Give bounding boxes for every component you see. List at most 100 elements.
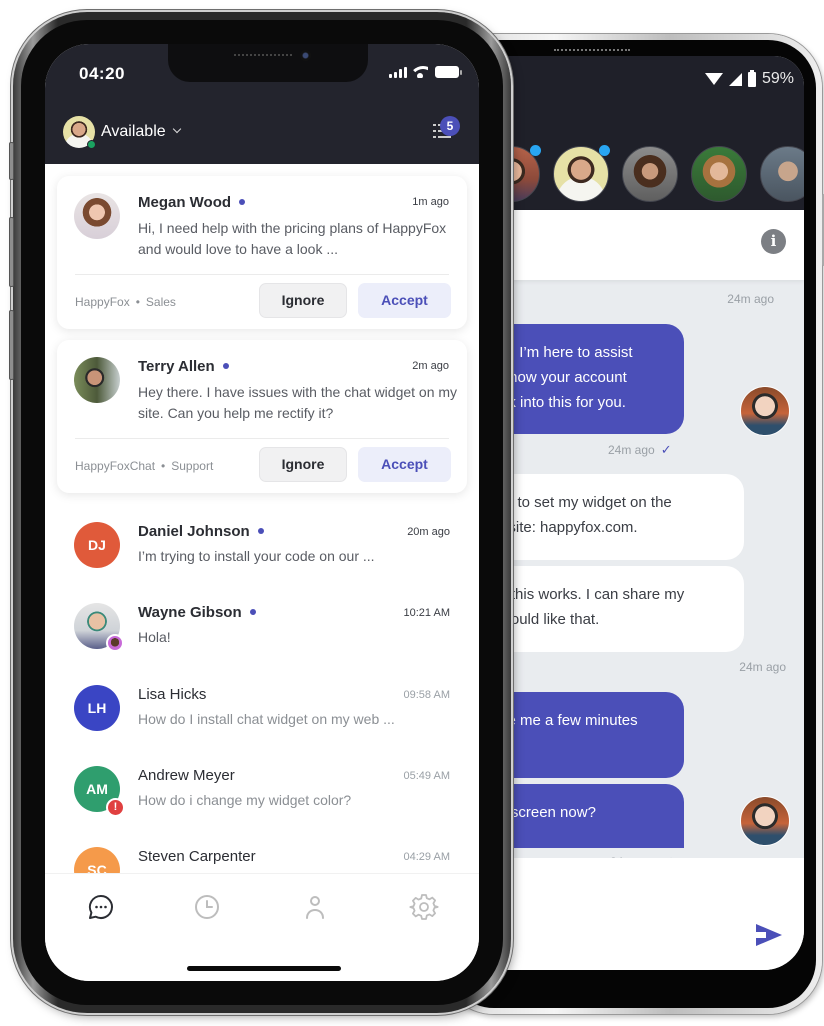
battery-icon bbox=[435, 66, 462, 78]
contact-name: Wayne Gibson bbox=[138, 604, 256, 621]
chat-time: 05:49 AM bbox=[403, 770, 450, 782]
department-name: Sales bbox=[145, 295, 176, 309]
initials: AM bbox=[86, 781, 108, 797]
contact-avatar[interactable] bbox=[622, 146, 678, 202]
source-name: HappyFoxChat bbox=[75, 459, 156, 473]
name-text: Terry Allen bbox=[138, 358, 215, 375]
new-indicator-dot bbox=[239, 199, 246, 206]
send-icon[interactable] bbox=[756, 924, 782, 946]
unread-dot bbox=[257, 528, 264, 535]
chat-time: 04:29 AM bbox=[403, 851, 450, 863]
iphone: 04:20 Available 5 Megan Wood 1m ago Hi, … bbox=[9, 12, 511, 1013]
chat-list-item[interactable]: LH Lisa Hicks 09:58 AM How do I install … bbox=[45, 682, 479, 762]
android-speaker bbox=[554, 49, 630, 52]
source-name: HappyFox bbox=[75, 295, 130, 309]
wifi-icon bbox=[412, 66, 428, 78]
chat-list-screen: 04:20 Available 5 Megan Wood 1m ago Hi, … bbox=[45, 44, 479, 981]
info-icon[interactable]: i bbox=[761, 229, 786, 254]
chat-list-item[interactable]: Wayne Gibson 10:21 AM Hola! bbox=[45, 600, 479, 680]
chevron-down-icon bbox=[172, 124, 181, 134]
agent-avatar bbox=[740, 386, 790, 436]
ignore-button[interactable]: Ignore bbox=[259, 283, 347, 318]
requester-avatar bbox=[74, 193, 120, 239]
ignore-button[interactable]: Ignore bbox=[259, 447, 347, 482]
requester-avatar bbox=[74, 357, 120, 403]
accept-button[interactable]: Accept bbox=[358, 283, 451, 318]
contact-avatar: LH bbox=[74, 685, 120, 731]
tab-chats[interactable] bbox=[86, 892, 116, 922]
notch bbox=[168, 44, 368, 82]
requester-name: Megan Wood bbox=[138, 194, 246, 211]
user-avatar bbox=[63, 116, 96, 149]
home-indicator[interactable] bbox=[187, 966, 341, 971]
contact-avatar: DJ bbox=[74, 522, 120, 568]
signal-icon bbox=[389, 67, 407, 78]
availability-label: Available bbox=[101, 123, 166, 140]
name-text: Megan Wood bbox=[138, 194, 232, 211]
mute-switch bbox=[9, 142, 14, 180]
active-contacts-bar bbox=[460, 104, 804, 210]
chat-request-card: Terry Allen 2m ago Hey there. I have iss… bbox=[57, 340, 467, 493]
request-source: HappyFox • Sales bbox=[75, 295, 176, 309]
bottom-tab-bar bbox=[45, 873, 479, 981]
chat-preview: Hola! bbox=[138, 629, 171, 645]
unread-dot bbox=[599, 145, 610, 156]
contact-name: Daniel Johnson bbox=[138, 523, 264, 540]
volume-down-button bbox=[9, 310, 14, 380]
assigned-agent-avatar bbox=[106, 634, 124, 652]
earpiece bbox=[234, 54, 292, 57]
delivered-check-icon: ✓ bbox=[660, 442, 672, 457]
chat-request-card: Megan Wood 1m ago Hi, I need help with t… bbox=[57, 176, 467, 329]
message-timestamp: 24m ago bbox=[727, 292, 774, 306]
signal-icon bbox=[728, 72, 742, 86]
message-thread: 24m ago u, Keith. I’m here to assist et … bbox=[460, 280, 804, 874]
request-time: 1m ago bbox=[412, 196, 449, 208]
unread-dot bbox=[249, 609, 256, 616]
contact-avatar[interactable] bbox=[553, 145, 610, 202]
status-time: 04:20 bbox=[79, 64, 125, 83]
volume-up-button bbox=[9, 217, 14, 287]
person-icon bbox=[306, 896, 324, 919]
availability-dropdown[interactable]: Available bbox=[63, 116, 181, 149]
chat-preview: How do i change my widget color? bbox=[138, 792, 352, 808]
divider bbox=[75, 274, 449, 275]
contact-avatar[interactable] bbox=[691, 146, 747, 202]
queue-count-badge: 5 bbox=[440, 116, 460, 136]
request-message: Hi, I need help with the pricing plans o… bbox=[138, 220, 447, 257]
contact-avatar: AM ! bbox=[74, 766, 125, 817]
chat-list-item[interactable]: AM ! Andrew Meyer 05:49 AM How do i chan… bbox=[45, 763, 479, 843]
contact-avatar[interactable] bbox=[760, 146, 804, 202]
alert-icon: ! bbox=[106, 798, 125, 817]
battery-percent: 59% bbox=[761, 70, 794, 87]
accept-button[interactable]: Accept bbox=[358, 447, 451, 482]
gear-icon bbox=[409, 894, 439, 920]
conversation-list: Megan Wood 1m ago Hi, I need help with t… bbox=[45, 164, 479, 904]
request-message: Hey there. I have issues with the chat w… bbox=[138, 384, 458, 421]
chat-time: 20m ago bbox=[407, 526, 450, 538]
message-timestamp: 24m ago bbox=[739, 660, 786, 674]
android-status-bar: 59% bbox=[460, 56, 804, 104]
android-chat-screen: 59% yfox.com i 24m ago u, Keith. bbox=[460, 56, 804, 970]
timestamp-text: 24m ago bbox=[608, 443, 655, 457]
name-text: Daniel Johnson bbox=[138, 523, 250, 540]
department-name: Support bbox=[171, 459, 214, 473]
agent-avatar bbox=[740, 796, 790, 846]
tab-contacts[interactable] bbox=[300, 892, 330, 922]
message-composer[interactable]: ... bbox=[460, 858, 804, 970]
contact-avatar bbox=[74, 603, 124, 652]
front-camera bbox=[300, 50, 311, 61]
tab-history[interactable] bbox=[192, 892, 222, 922]
separator: • bbox=[161, 459, 166, 473]
chat-time: 09:58 AM bbox=[403, 689, 450, 701]
wifi-icon bbox=[704, 73, 723, 85]
tab-settings[interactable] bbox=[409, 892, 439, 922]
unread-dot bbox=[530, 145, 541, 156]
request-source: HappyFoxChat • Support bbox=[75, 459, 213, 473]
contact-name: Andrew Meyer bbox=[138, 767, 235, 784]
chat-list-item[interactable]: DJ Daniel Johnson 20m ago I’m trying to … bbox=[45, 519, 479, 599]
contact-name: Steven Carpenter bbox=[138, 848, 256, 865]
battery-icon bbox=[747, 69, 756, 87]
request-time: 2m ago bbox=[412, 360, 449, 372]
chat-time: 10:21 AM bbox=[403, 607, 450, 619]
clock-icon bbox=[195, 895, 219, 919]
